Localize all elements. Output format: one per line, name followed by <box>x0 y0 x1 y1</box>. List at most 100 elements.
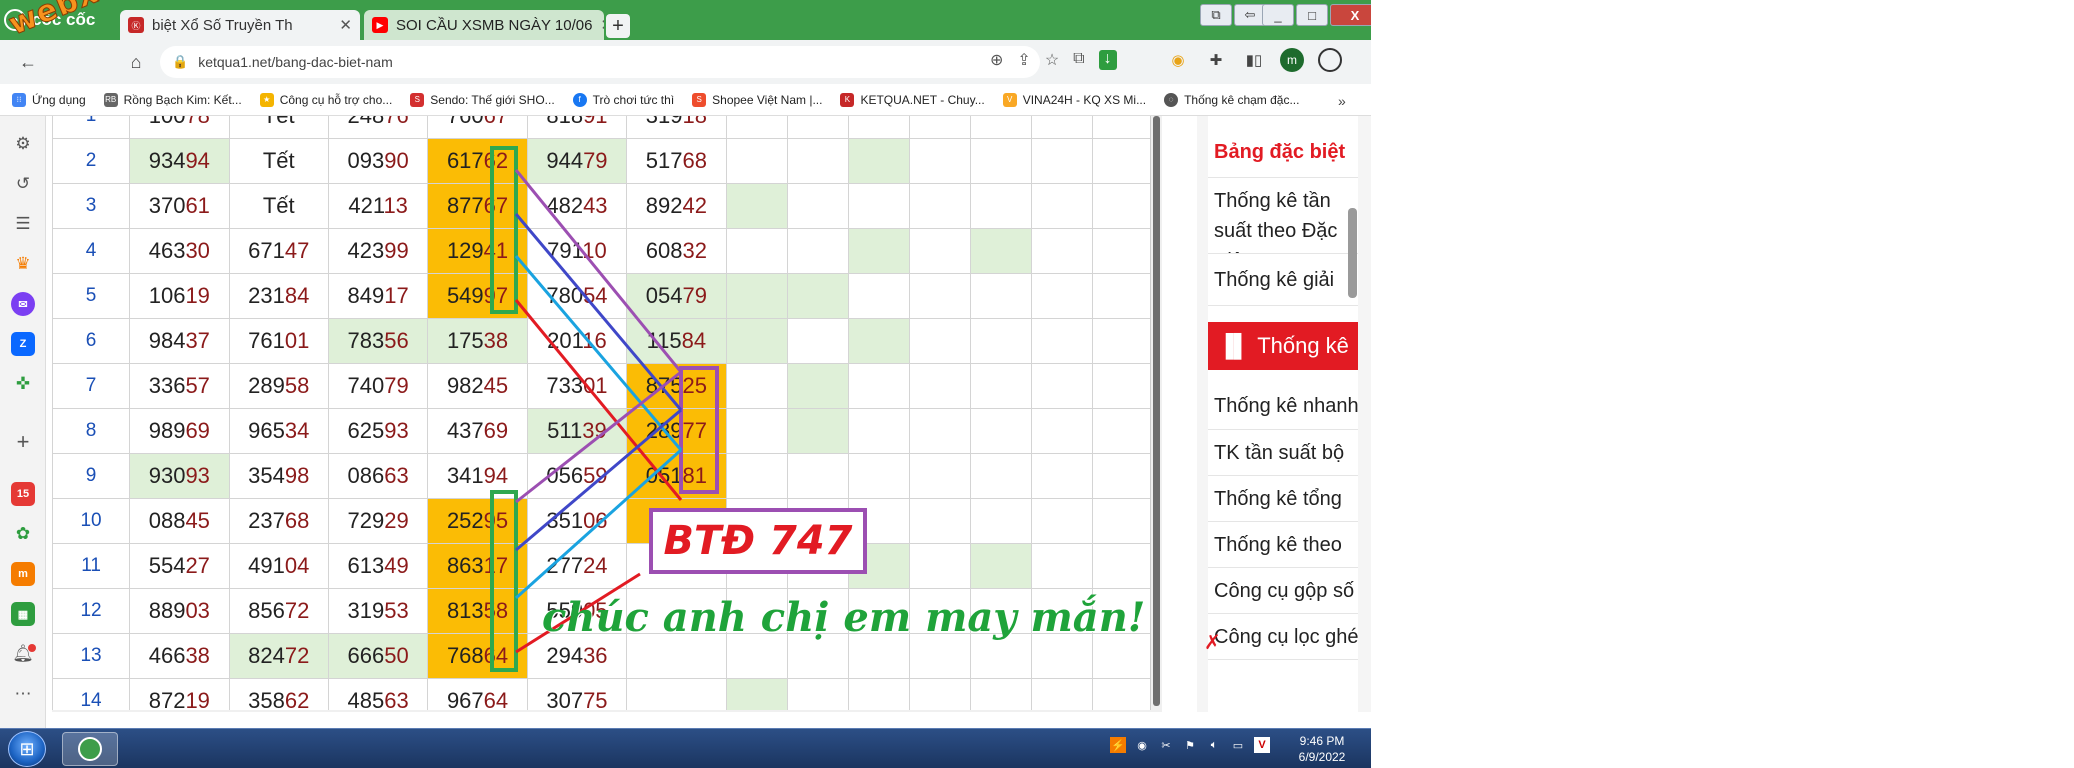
bookmark-ketqua[interactable]: K KETQUA.NET - Chuy... <box>840 92 985 107</box>
cell-prefix: 051 <box>645 463 683 488</box>
calendar-icon[interactable]: 15 <box>11 482 35 506</box>
menu-thong-ke-tong[interactable]: Thống kê tổng <box>1208 476 1358 522</box>
table-cell <box>1091 408 1154 454</box>
clock-date: 6/9/2022 <box>1298 750 1346 764</box>
table-cell <box>1091 116 1154 139</box>
download-icon[interactable]: ↓ <box>1098 50 1117 70</box>
cell-prefix: 252 <box>446 508 484 533</box>
table-vertical-scrollbar[interactable] <box>1150 116 1162 712</box>
bookmark-tro-choi[interactable]: f Trò chơi tức thì <box>572 92 674 107</box>
cell-prefix: 307 <box>546 688 584 712</box>
menu-thong-ke-nhanh[interactable]: Thống kê nhanh <box>1208 382 1358 430</box>
table-cell <box>725 116 788 139</box>
settings-gear-icon[interactable]: ⚙ <box>11 132 35 156</box>
tab-close-icon[interactable]: ✕ <box>339 16 352 34</box>
new-tab-button[interactable]: + <box>606 14 630 38</box>
menu-tan-suat-bo[interactable]: TK tần suất bộ <box>1208 430 1358 476</box>
bookmark-label: Thống kê chạm đặc... <box>1184 92 1300 107</box>
table-cell: 85672 <box>228 588 329 634</box>
tray-tool-icon[interactable]: ✂ <box>1158 737 1174 753</box>
menu-bang-dac-biet[interactable]: Bảng đặc biệt <box>1208 126 1358 178</box>
tab-youtube[interactable]: ▶ SOI CẦU XSMB NGÀY 10/06 ✕ <box>364 10 604 40</box>
reading-list-icon[interactable]: ☰ <box>11 212 35 236</box>
bookmark-star-icon[interactable]: ☆ <box>1045 50 1059 70</box>
sheet-icon[interactable]: ▦ <box>11 602 35 626</box>
cell-last-two: 10 <box>582 238 607 263</box>
gamepad-icon[interactable]: ✜ <box>11 372 35 396</box>
bookmark-apps[interactable]: ⁝⁝ Ứng dụng <box>12 92 86 107</box>
messenger-icon[interactable]: ✉ <box>11 292 35 316</box>
coupon-icon[interactable]: ✿ <box>11 522 35 546</box>
zalo-icon[interactable]: Z <box>11 332 35 356</box>
cell-last-two: 18 <box>682 116 706 128</box>
more-dots-icon[interactable]: ⋯ <box>11 682 35 706</box>
translate-icon[interactable]: ⧉ <box>1073 50 1084 70</box>
lock-icon: 🔒 <box>172 54 189 69</box>
menu-tan-suat-dac-biet[interactable]: Thống kê tần suất theo Đặc Biệt <box>1208 178 1358 254</box>
sidebar-panel-icon[interactable]: ▮▯ <box>1242 48 1266 72</box>
table-cell <box>969 138 1032 184</box>
right-panel-scrollbar[interactable] <box>1348 208 1357 298</box>
tab-close-icon[interactable]: ✕ <box>600 16 604 34</box>
shopping-icon[interactable]: m <box>11 562 35 586</box>
menu-cong-cu-gop-so[interactable]: Công cụ gộp số <box>1208 568 1358 614</box>
table-cell: 98969 <box>129 408 230 454</box>
table-cell <box>847 453 910 499</box>
table-cell <box>969 116 1032 139</box>
back-arrow-icon[interactable]: ← <box>16 50 40 74</box>
bookmark-cong-cu[interactable]: ★ Công cụ hỗ trợ cho... <box>259 92 392 107</box>
minimize-button[interactable]: _ <box>1262 4 1294 26</box>
bookmarks-more-icon[interactable]: » <box>1338 93 1346 109</box>
table-cell: 42113 <box>327 183 429 229</box>
menu-cong-cu-loc-ghep[interactable]: Công cụ lọc ghép <box>1208 614 1358 660</box>
cell-prefix: 818 <box>546 116 583 128</box>
start-windows-icon[interactable]: ⊞ <box>8 731 46 767</box>
chrome-extension-icon[interactable]: ◉ <box>1166 48 1190 72</box>
cell-prefix: 780 <box>546 283 584 308</box>
table-cell <box>725 318 788 364</box>
table-cell: 37061 <box>129 183 230 229</box>
cell-last-two: 04 <box>284 553 310 578</box>
cell-prefix: 093 <box>347 148 385 173</box>
url-field[interactable]: 🔒 ketqua1.net/bang-dac-biet-nam <box>160 46 1040 78</box>
tab-ketqua[interactable]: Ⓚ biệt Xổ Số Truyền Th ✕ <box>120 10 360 40</box>
tray-network-globe-icon[interactable]: ◉ <box>1134 737 1150 753</box>
bookmark-thong-ke[interactable]: ◌ Thống kê chạm đặc... <box>1164 92 1300 107</box>
cell-prefix: 106 <box>148 283 186 308</box>
tray-app-icon[interactable]: ⚡ <box>1110 737 1126 753</box>
add-panel-icon[interactable]: + <box>11 429 35 454</box>
cell-last-two: 64 <box>483 643 509 668</box>
share-icon[interactable]: ⇪ <box>1017 50 1030 70</box>
history-icon[interactable]: ↺ <box>11 172 35 196</box>
bookmark-sendo[interactable]: S Sendo: Thế giới SHO... <box>410 92 555 107</box>
table-horizontal-scrollbar[interactable] <box>52 710 1152 712</box>
extensions-puzzle-icon[interactable]: ✚ <box>1204 48 1228 72</box>
cell-prefix: 666 <box>347 643 385 668</box>
taskbar-coccoc-app[interactable] <box>62 732 118 766</box>
bookmark-shopee[interactable]: S Shopee Việt Nam |... <box>692 92 822 107</box>
profile-avatar[interactable]: m <box>1280 48 1304 72</box>
cell-prefix: 608 <box>645 238 683 263</box>
tray-vpn-icon[interactable]: V <box>1254 737 1270 753</box>
table-cell <box>908 318 971 364</box>
menu-thong-ke-theo[interactable]: Thống kê theo <box>1208 522 1358 568</box>
close-button[interactable]: X <box>1330 4 1371 26</box>
maximize-button[interactable]: □ <box>1296 4 1328 26</box>
table-cell <box>1030 363 1093 409</box>
taskbar-clock[interactable]: 9:46 PM 6/9/2022 <box>1288 733 1356 765</box>
table-cell <box>908 273 971 319</box>
tray-volume-icon[interactable]: 🔈︎ <box>1206 737 1222 753</box>
zoom-icon[interactable]: ⊕ <box>990 50 1003 70</box>
cast-icon[interactable]: ⧉ <box>1200 4 1232 26</box>
bookmark-vina24h[interactable]: V VINA24H - KQ XS Mi... <box>1002 92 1146 107</box>
menu-circle-icon[interactable] <box>1318 48 1342 72</box>
cell-prefix: 115 <box>646 328 682 353</box>
home-icon[interactable]: ⌂ <box>124 50 148 74</box>
menu-thong-ke-giai[interactable]: Thống kê giải <box>1208 254 1358 306</box>
bookmark-rong-bach-kim[interactable]: RB Rồng Bạch Kim: Kết... <box>103 92 242 107</box>
row-number: 6 <box>52 318 131 364</box>
crown-icon[interactable]: ♛ <box>11 252 35 276</box>
tray-flag-icon[interactable]: ⚑ <box>1182 737 1198 753</box>
tray-network-icon[interactable]: ▭ <box>1230 737 1246 753</box>
cell-last-two: 57 <box>185 373 210 398</box>
